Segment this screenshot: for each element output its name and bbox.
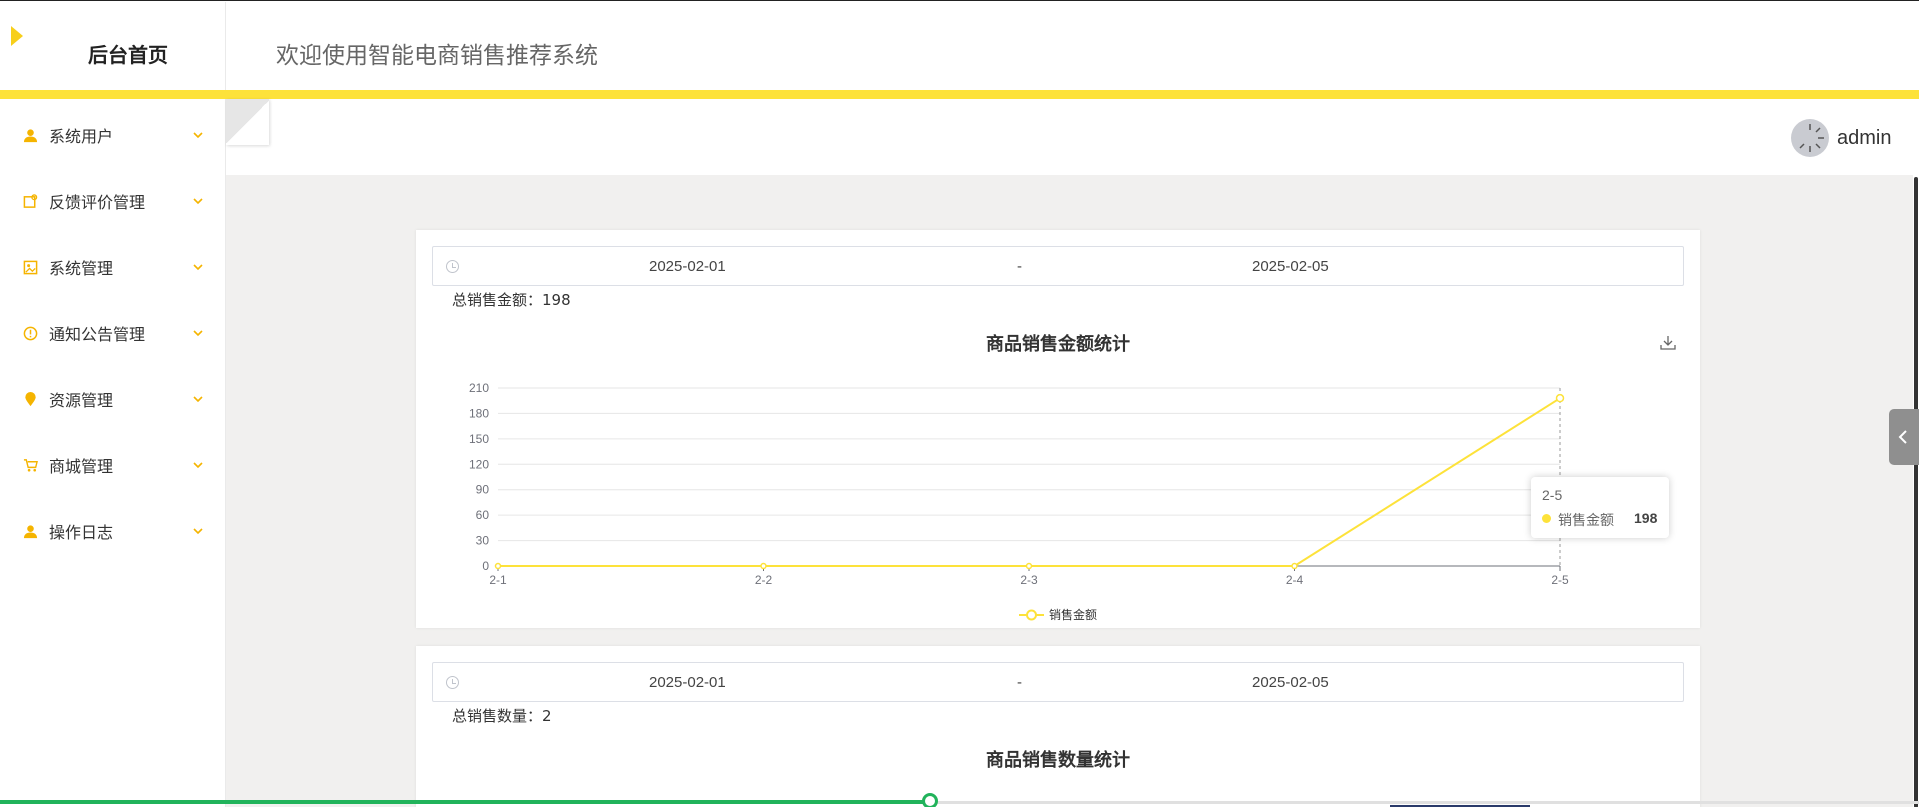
date-end[interactable]: 2025-02-05	[1252, 258, 1329, 275]
x-tick-label: 2-1	[489, 573, 507, 587]
tooltip-series-name: 销售金额	[1558, 513, 1614, 529]
y-tick-label: 60	[476, 508, 490, 522]
cart-icon	[22, 457, 38, 473]
sidebar-item-label: 商城管理	[49, 457, 114, 476]
chevron-down-icon	[193, 132, 203, 139]
chevron-down-icon	[193, 396, 203, 403]
sidebar-item-feedback[interactable]: 反馈评价管理	[0, 177, 226, 225]
sales-amount-chart: 0 30 60 90 120 150 180 210 2-1 2-2 2-3 2-4 2-5	[469, 381, 1569, 587]
brand[interactable]: 后台首页	[0, 2, 226, 90]
chart-tooltip: 2-5 销售金额 198	[1531, 477, 1669, 538]
avatar-spinner-icon	[1799, 124, 1824, 152]
brand-marker-icon	[11, 26, 23, 46]
image-icon	[22, 259, 38, 275]
sidebar-item-label: 资源管理	[49, 391, 114, 410]
date-range-picker[interactable]: 2025-02-01 - 2025-02-05	[432, 246, 1684, 286]
progress-fill	[0, 800, 930, 804]
y-tick-label: 150	[469, 432, 489, 446]
user-menu[interactable]: admin	[1791, 118, 1911, 158]
clock-icon	[446, 676, 459, 689]
y-tick-label: 180	[469, 406, 489, 420]
user-icon	[22, 127, 38, 143]
sidebar-item-resources[interactable]: 资源管理	[0, 375, 226, 423]
date-separator: -	[1017, 674, 1022, 691]
avatar[interactable]	[1791, 119, 1829, 157]
sales-quantity-card: 2025-02-01 - 2025-02-05 总销售数量：2 商品销售数量统计	[416, 646, 1700, 807]
progress-knob[interactable]	[922, 793, 938, 807]
sidebar-item-label: 系统用户	[49, 127, 114, 146]
sidebar-item-label: 反馈评价管理	[49, 193, 146, 212]
download-icon[interactable]	[1659, 334, 1677, 352]
sidebar-item-system-management[interactable]: 系统管理	[0, 243, 226, 291]
sales-amount-card: 2025-02-01 - 2025-02-05 总销售金额：198 商品销售金额…	[416, 230, 1700, 628]
data-point	[494, 562, 502, 570]
chevron-left-icon	[1898, 430, 1907, 444]
y-tick-label: 210	[469, 381, 489, 395]
sidebar-item-mall[interactable]: 商城管理	[0, 441, 226, 489]
date-start[interactable]: 2025-02-01	[649, 258, 726, 275]
welcome-title: 欢迎使用智能电商销售推荐系统	[276, 43, 598, 69]
chevron-down-icon	[193, 198, 203, 205]
total-sales-quantity: 总销售数量：2	[452, 707, 552, 725]
chevron-down-icon	[193, 264, 203, 271]
y-tick-label: 30	[476, 534, 490, 548]
tooltip-series-dot	[1542, 514, 1551, 523]
y-tick-label: 90	[476, 483, 490, 497]
tooltip-title: 2-5	[1542, 487, 1563, 503]
sidebar: 系统用户 反馈评价管理 系统管理 通知公告管理 资源管理 商城管理 操作日志	[0, 99, 226, 807]
chevron-down-icon	[193, 330, 203, 337]
data-point	[1555, 393, 1565, 403]
header-accent-strip	[0, 90, 1919, 99]
header: 后台首页 欢迎使用智能电商销售推荐系统	[0, 2, 1919, 90]
info-icon	[22, 325, 38, 341]
sidebar-item-operation-log[interactable]: 操作日志	[0, 507, 226, 555]
chart-legend[interactable]: 销售金额	[1019, 606, 1097, 623]
clock-icon	[446, 260, 459, 273]
x-tick-label: 2-5	[1551, 573, 1569, 587]
tooltip-value: 198	[1634, 510, 1658, 526]
app-root: 后台首页 欢迎使用智能电商销售推荐系统 系统用户 反馈评价管理 系统管理 通知公…	[0, 0, 1919, 807]
total-sales-amount: 总销售金额：198	[452, 291, 571, 309]
x-tick-label: 2-4	[1286, 573, 1304, 587]
y-tick-label: 120	[469, 457, 489, 471]
brand-title[interactable]: 后台首页	[88, 39, 168, 68]
location-icon	[22, 391, 38, 407]
chart-title: 商品销售金额统计	[986, 334, 1130, 355]
legend-label: 销售金额	[1049, 608, 1098, 622]
data-point	[760, 562, 767, 570]
y-tick-label: 0	[482, 559, 489, 573]
data-point	[1025, 562, 1033, 570]
data-point	[1291, 562, 1298, 570]
date-separator: -	[1017, 258, 1022, 275]
chevron-down-icon	[193, 462, 203, 469]
sidebar-item-label: 操作日志	[49, 523, 114, 542]
feedback-icon	[22, 193, 38, 209]
x-tick-label: 2-2	[755, 573, 773, 587]
sidebar-fold-toggle[interactable]	[226, 99, 269, 145]
user-icon	[22, 523, 38, 539]
sidebar-item-label: 通知公告管理	[49, 325, 146, 344]
chevron-down-icon	[193, 528, 203, 535]
sidebar-item-notice[interactable]: 通知公告管理	[0, 309, 226, 357]
date-end[interactable]: 2025-02-05	[1252, 674, 1329, 691]
x-tick-label: 2-3	[1020, 573, 1038, 587]
legend-line-icon	[1019, 609, 1044, 620]
date-range-picker[interactable]: 2025-02-01 - 2025-02-05	[432, 662, 1684, 702]
username[interactable]: admin	[1837, 127, 1891, 150]
scrollbar-thumb[interactable]	[1914, 177, 1918, 807]
date-start[interactable]: 2025-02-01	[649, 674, 726, 691]
sidebar-item-system-users[interactable]: 系统用户	[0, 111, 226, 159]
right-panel-toggle[interactable]	[1889, 409, 1919, 465]
chart-title: 商品销售数量统计	[986, 750, 1130, 771]
sidebar-item-label: 系统管理	[49, 259, 114, 278]
